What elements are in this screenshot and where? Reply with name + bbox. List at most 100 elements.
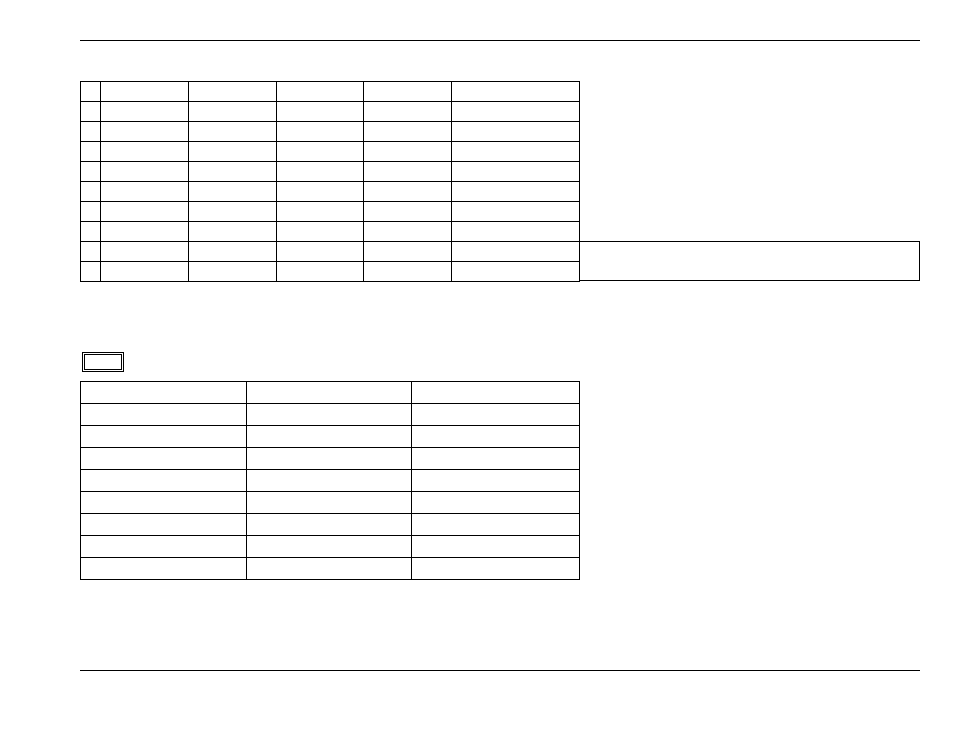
cell xyxy=(188,182,276,202)
cell xyxy=(452,122,580,142)
cell xyxy=(276,82,364,102)
cell xyxy=(276,262,364,282)
table-row xyxy=(81,122,580,142)
cell xyxy=(276,122,364,142)
table-row xyxy=(81,242,580,262)
cell xyxy=(364,262,452,282)
cell xyxy=(412,404,580,426)
cell xyxy=(81,492,247,514)
cell xyxy=(81,404,247,426)
table1-container xyxy=(80,81,920,282)
cell xyxy=(246,470,412,492)
cell xyxy=(100,122,188,142)
side-note-box xyxy=(580,241,920,281)
table-row xyxy=(81,470,580,492)
cell xyxy=(188,102,276,122)
cell xyxy=(246,558,412,580)
cell xyxy=(188,262,276,282)
cell xyxy=(100,222,188,242)
cell xyxy=(81,426,247,448)
cell xyxy=(276,202,364,222)
cell xyxy=(246,382,412,404)
cell xyxy=(412,470,580,492)
cell xyxy=(276,182,364,202)
table-row xyxy=(81,222,580,242)
table-row xyxy=(81,262,580,282)
cell xyxy=(276,142,364,162)
cell xyxy=(81,448,247,470)
cell xyxy=(246,448,412,470)
bottom-rule xyxy=(80,670,920,671)
top-rule xyxy=(80,40,920,41)
cell xyxy=(81,536,247,558)
table-row xyxy=(81,182,580,202)
cell xyxy=(364,182,452,202)
cell xyxy=(452,202,580,222)
cell xyxy=(452,182,580,202)
cell xyxy=(412,448,580,470)
table-row xyxy=(81,426,580,448)
cell xyxy=(81,162,101,182)
cell xyxy=(188,82,276,102)
cell xyxy=(246,492,412,514)
cell xyxy=(81,222,101,242)
cell xyxy=(81,82,101,102)
cell xyxy=(100,82,188,102)
cell xyxy=(276,102,364,122)
cell xyxy=(412,536,580,558)
cell xyxy=(452,242,580,262)
cell xyxy=(412,426,580,448)
table-row xyxy=(81,448,580,470)
table-row xyxy=(81,514,580,536)
cell xyxy=(364,242,452,262)
table-row xyxy=(81,162,580,182)
cell xyxy=(188,202,276,222)
secondary-table xyxy=(80,381,580,580)
cell xyxy=(81,514,247,536)
cell xyxy=(188,162,276,182)
cell xyxy=(412,514,580,536)
cell xyxy=(81,242,101,262)
cell xyxy=(100,142,188,162)
table-row xyxy=(81,558,580,580)
cell xyxy=(246,536,412,558)
cell xyxy=(276,242,364,262)
cell xyxy=(364,142,452,162)
table-row xyxy=(81,82,580,102)
table-row xyxy=(81,202,580,222)
cell xyxy=(188,142,276,162)
cell xyxy=(452,142,580,162)
cell xyxy=(81,262,101,282)
cell xyxy=(452,222,580,242)
cell xyxy=(81,122,101,142)
cell xyxy=(364,102,452,122)
cell xyxy=(188,122,276,142)
cell xyxy=(81,102,101,122)
cell xyxy=(246,514,412,536)
cell xyxy=(81,470,247,492)
cell xyxy=(246,404,412,426)
table-row xyxy=(81,404,580,426)
cell xyxy=(188,222,276,242)
cross-reference-table xyxy=(80,81,580,282)
cell xyxy=(452,82,580,102)
cell xyxy=(276,162,364,182)
cell xyxy=(100,262,188,282)
cell xyxy=(276,222,364,242)
cell xyxy=(412,492,580,514)
cell xyxy=(412,382,580,404)
table-row xyxy=(81,102,580,122)
cell xyxy=(452,262,580,282)
cell xyxy=(100,162,188,182)
cell xyxy=(452,162,580,182)
cell xyxy=(100,182,188,202)
cell xyxy=(364,202,452,222)
cell xyxy=(81,558,247,580)
cell xyxy=(364,162,452,182)
cell xyxy=(412,558,580,580)
cell xyxy=(364,122,452,142)
cell xyxy=(81,202,101,222)
table-row xyxy=(81,382,580,404)
cell xyxy=(81,142,101,162)
cell xyxy=(188,242,276,262)
